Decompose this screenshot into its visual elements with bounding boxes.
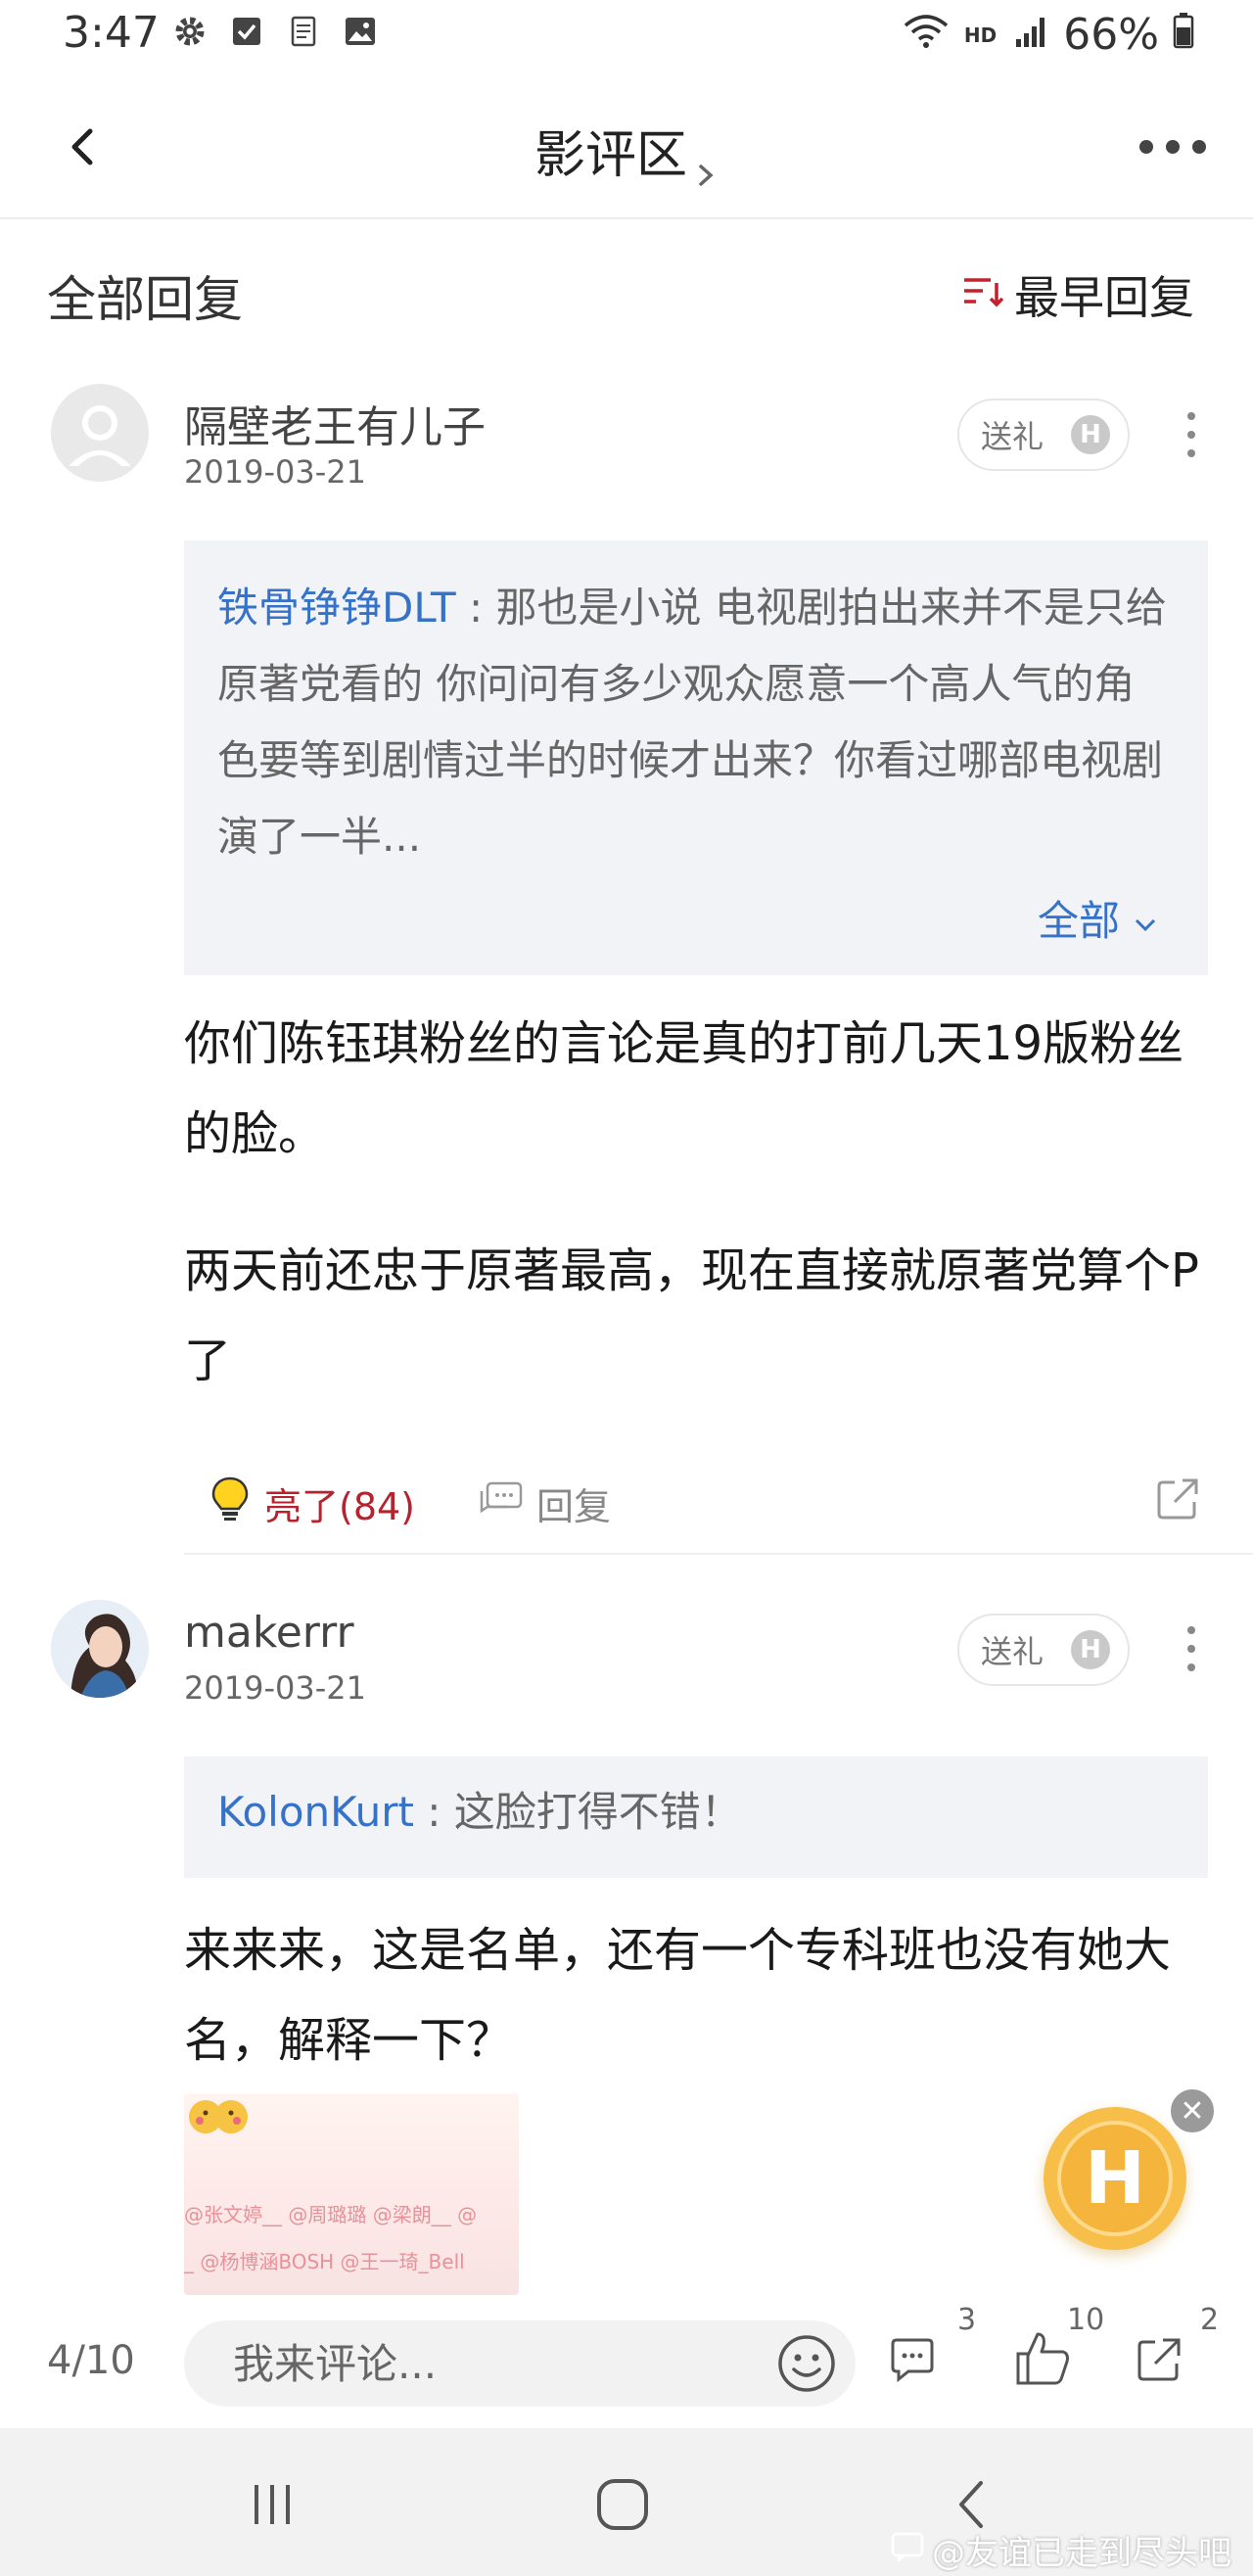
expand-quote-button[interactable]: 全部	[1038, 883, 1159, 960]
emoji-icon[interactable]	[775, 2332, 838, 2395]
battery-icon	[1173, 10, 1194, 60]
replies-section-header: 全部回复 最早回复	[0, 221, 1253, 358]
comment-date: 2019-03-21	[184, 1669, 366, 1707]
comments-count: 3	[957, 2303, 977, 2337]
comment-menu-icon[interactable]	[1186, 1626, 1196, 1671]
sort-label: 最早回复	[1014, 271, 1194, 324]
shares-count: 2	[1200, 2303, 1220, 2337]
gift-label: 送礼	[981, 1633, 1044, 1670]
watermark-text: @友谊已走到尽头吧	[932, 2534, 1231, 2573]
page-indicator[interactable]: 4/10	[47, 2338, 135, 2383]
battery-level: 66%	[1063, 10, 1159, 60]
image-mention-line: @张文婷__ @周璐璐 @梁朗__ @	[184, 2203, 478, 2226]
status-time: 3:47	[63, 8, 160, 58]
quoted-reply[interactable]: 铁骨铮铮DLT : 那也是小说 电视剧拍出来并不是只给原著党看的 你问问有多少观…	[184, 540, 1208, 975]
comment-actions: 亮了(84) 回复	[184, 1463, 1202, 1541]
floating-coin-button[interactable]: H	[1044, 2107, 1186, 2250]
comment-bubble-icon	[478, 1479, 525, 1527]
gift-label: 送礼	[981, 418, 1044, 455]
status-notification-icons	[172, 14, 378, 49]
likes-count: 10	[1067, 2303, 1105, 2337]
document-icon	[286, 14, 321, 49]
status-bar: 3:47 HD 66%	[0, 0, 1253, 74]
recent-apps-icon[interactable]	[241, 2473, 303, 2536]
quote-separator: :	[455, 584, 496, 632]
reply-label: 回复	[536, 1485, 612, 1528]
image-icon	[343, 14, 378, 49]
comment-input-box[interactable]	[184, 2320, 856, 2407]
comment-paragraph: 你们陈钰琪粉丝的言论是真的打前几天19版粉丝的脸。	[184, 1016, 1184, 1161]
gift-button[interactable]: 送礼 H	[957, 1614, 1130, 1686]
reply-button[interactable]: 回复	[478, 1476, 611, 1530]
page-title[interactable]: 影评区	[0, 114, 1253, 187]
system-navigation-bar: @友谊已走到尽头吧	[0, 2428, 1253, 2576]
avatar[interactable]	[51, 384, 149, 482]
quoted-author[interactable]: KolonKurt	[217, 1788, 414, 1836]
chevron-down-icon	[1132, 883, 1159, 960]
comments-count-button[interactable]	[885, 2332, 944, 2391]
comment-body: 你们陈钰琪粉丝的言论是真的打前几天19版粉丝的脸。 两天前还忠于原著最高，现在直…	[184, 999, 1222, 1406]
avatar[interactable]	[51, 1600, 149, 1698]
thumbs-up-icon[interactable]	[1012, 2326, 1075, 2389]
comment-paragraph: 两天前还忠于原著最高，现在直接就原著党算个P了	[184, 1243, 1199, 1388]
watermark: @友谊已走到尽头吧	[891, 2526, 1231, 2574]
coin-icon: H	[1071, 1630, 1111, 1669]
bottom-comment-bar: 4/10 3 10 2	[0, 2297, 1253, 2428]
image-mention-line: _ @杨博涵BOSH @王一琦_Bell	[184, 2250, 465, 2273]
comment-date: 2019-03-21	[184, 453, 366, 491]
divider	[184, 1553, 1253, 1555]
username[interactable]: 隔壁老王有儿子	[184, 392, 486, 454]
more-options-icon[interactable]	[1139, 133, 1206, 161]
share-icon[interactable]	[1153, 1475, 1202, 1523]
checkbox-icon	[229, 14, 264, 49]
status-right: HD 66%	[902, 10, 1194, 60]
gift-button[interactable]: 送礼 H	[957, 398, 1130, 471]
close-icon[interactable]: ✕	[1167, 2085, 1218, 2136]
network-type: HD	[963, 23, 998, 47]
quoted-reply[interactable]: KolonKurt : 这脸打得不错！	[184, 1756, 1208, 1878]
like-count-label: 亮了(84)	[264, 1485, 416, 1528]
comment-body: 来来来，这是名单，还有一个专科班也没有她大名，解释一下？	[184, 1923, 1172, 2068]
username[interactable]: makerrr	[184, 1608, 354, 1658]
share-icon[interactable]	[1132, 2332, 1190, 2391]
sort-icon	[961, 268, 1004, 321]
floating-coin-label: H	[1057, 2121, 1173, 2236]
comment-input[interactable]	[233, 2334, 742, 2393]
coin-icon: H	[1071, 415, 1111, 454]
sort-button[interactable]: 最早回复	[961, 262, 1194, 327]
section-title: 全部回复	[47, 271, 243, 328]
quoted-text: 这脸打得不错！	[453, 1788, 742, 1836]
lightbulb-icon	[208, 1475, 253, 1532]
comment-menu-icon[interactable]	[1186, 412, 1196, 457]
signal-icon	[1014, 10, 1049, 60]
watermark-logo-icon	[891, 2531, 924, 2570]
top-app-bar: 影评区	[0, 74, 1253, 219]
chevron-right-icon	[693, 144, 719, 186]
quote-separator: :	[413, 1788, 454, 1836]
settings-gear-icon	[172, 14, 208, 49]
expand-label: 全部	[1037, 897, 1120, 945]
like-button[interactable]: 亮了(84)	[208, 1475, 415, 1532]
home-icon[interactable]	[591, 2473, 654, 2536]
page-title-text: 影评区	[534, 126, 687, 185]
quoted-author[interactable]: 铁骨铮铮DLT	[217, 584, 456, 632]
attached-image[interactable]: @张文婷__ @周璐璐 @梁朗__ @ _ @杨博涵BOSH @王一琦_Bell	[184, 2093, 519, 2295]
wifi-icon	[902, 10, 951, 60]
